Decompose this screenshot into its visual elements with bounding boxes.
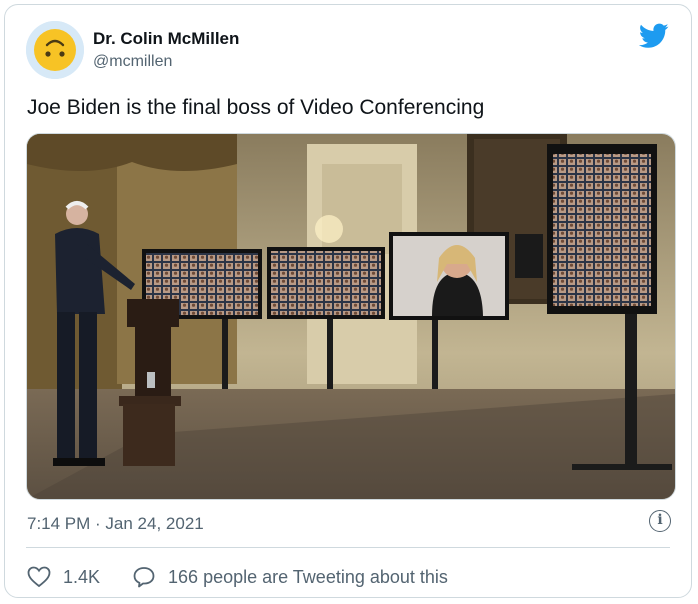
tweet-card[interactable]: Dr. Colin McMillen @mcmillen Joe Biden i… <box>4 4 692 598</box>
conversation-label: 166 people are Tweeting about this <box>168 566 448 587</box>
divider <box>26 547 670 548</box>
tweet-text: Joe Biden is the final boss of Video Con… <box>27 96 485 119</box>
tweet-actions: 1.4K 166 people are Tweeting about this <box>27 563 448 591</box>
author-handle[interactable]: @mcmillen <box>93 52 172 72</box>
author-name[interactable]: Dr. Colin McMillen <box>93 29 239 49</box>
upside-down-face-avatar-icon <box>26 21 84 79</box>
video-conference-photo <box>27 134 675 499</box>
speech-bubble-icon <box>133 567 155 588</box>
avatar[interactable] <box>26 21 84 79</box>
tweet-photo[interactable] <box>26 133 676 500</box>
heart-icon <box>27 566 51 588</box>
twitter-bird-icon[interactable] <box>639 23 669 49</box>
like-button[interactable]: 1.4K <box>27 566 100 588</box>
conversation-link[interactable]: 166 people are Tweeting about this <box>132 566 448 588</box>
like-count: 1.4K <box>63 566 101 587</box>
info-icon[interactable]: i <box>649 510 671 532</box>
tweet-timestamp[interactable]: 7:14 PM · Jan 24, 2021 <box>27 513 204 535</box>
